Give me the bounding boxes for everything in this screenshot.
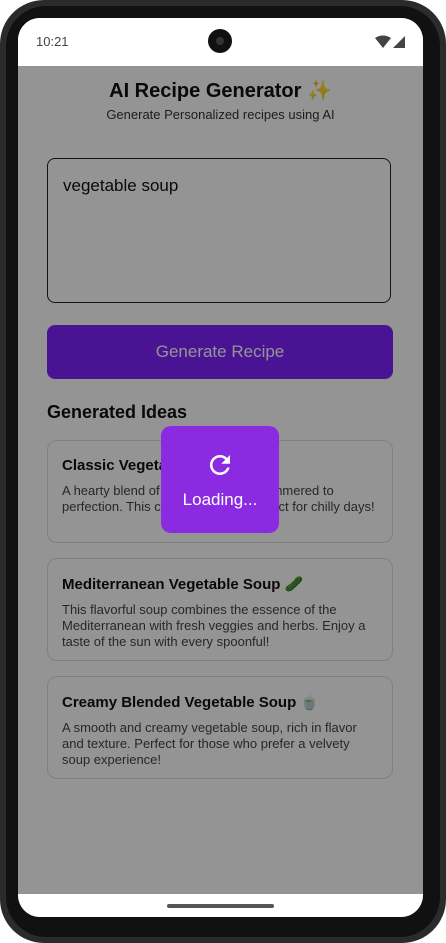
loading-dialog: Loading... — [161, 426, 279, 533]
front-camera — [208, 29, 232, 53]
device-frame: 10:21 AI Recipe Generator ✨ Generate Per… — [0, 0, 446, 943]
refresh-icon — [210, 454, 230, 475]
navigation-bar — [18, 894, 423, 917]
status-icons — [375, 35, 407, 49]
status-bar: 10:21 — [18, 18, 423, 66]
wifi-icon — [375, 35, 405, 48]
home-gesture-handle[interactable] — [167, 904, 274, 908]
loading-label: Loading... — [182, 489, 258, 509]
status-time: 10:21 — [36, 34, 69, 49]
screen: 10:21 AI Recipe Generator ✨ Generate Per… — [18, 18, 423, 917]
